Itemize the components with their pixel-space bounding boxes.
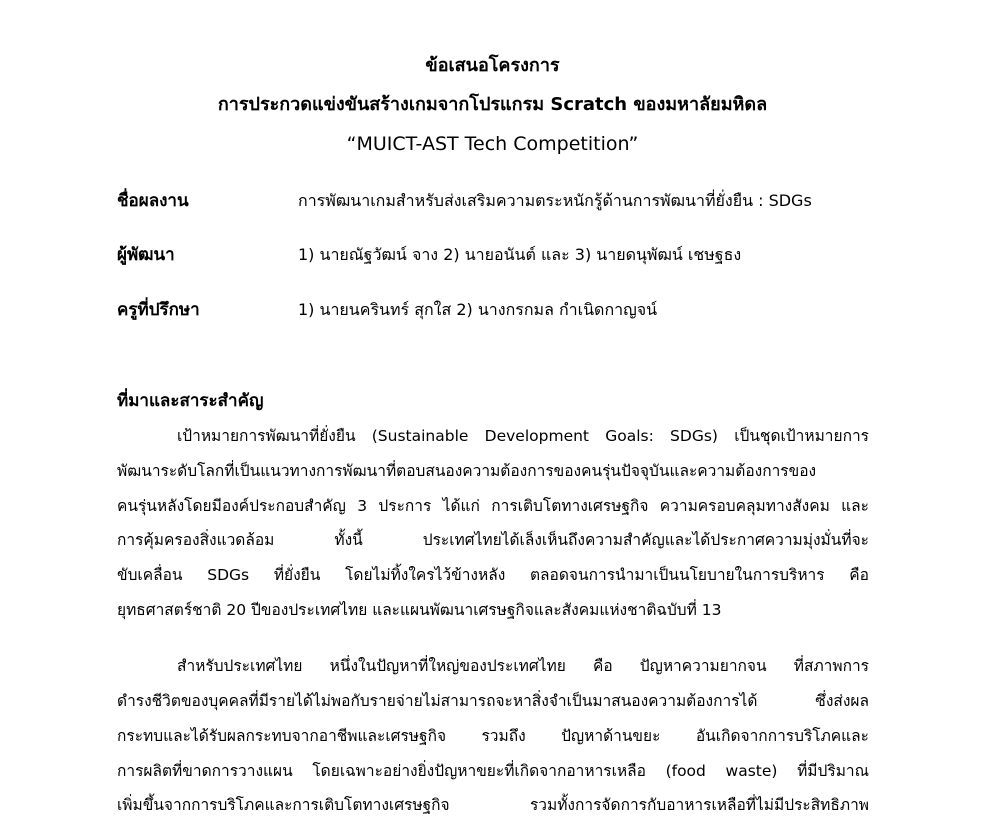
- paragraph-line: กระทบและได้รับผลกระทบจากอาชีพและเศรษฐกิจ…: [117, 727, 869, 745]
- paragraph-line: การผลิตที่ขาดการวางแผน โดยเฉพาะอย่างยิ่ง…: [117, 762, 869, 780]
- advisors-label: ครูที่ปรึกษา: [117, 300, 200, 320]
- paragraph-line: เพิ่มขึ้นจากการบริโภคและการเติบโตทางเศรษ…: [117, 796, 869, 814]
- project-name-value: การพัฒนาเกมสำหรับส่งเสริมความตระหนักรู้ด…: [298, 191, 812, 210]
- paragraph-line: การคุ้มครองสิ่งแวดล้อม ทั้งนี้ ประเทศไทย…: [117, 531, 869, 549]
- developers-value: 1) นายณัฐวัฒน์ จาง 2) นายอนันต์ และ 3) น…: [298, 245, 742, 264]
- developers-label: ผู้พัฒนา: [117, 245, 175, 265]
- paragraph-line: คนรุ่นหลังโดยมีองค์ประกอบสำคัญ 3 ประการ …: [117, 497, 869, 515]
- project-name-label: ชื่อผลงาน: [117, 191, 189, 211]
- section-heading: ที่มาและสาระสำคัญ: [117, 391, 264, 411]
- proposal-title: ข้อเสนอโครงการ: [425, 55, 560, 76]
- competition-name: “MUICT-AST Tech Competition”: [346, 133, 639, 155]
- paragraph-line: ดำรงชีวิตของบุคคลที่มีรายได้ไม่พอกับรายจ…: [117, 692, 869, 710]
- paragraph-line: พัฒนาระดับโลกที่เป็นแนวทางการพัฒนาที่ตอบ…: [117, 462, 817, 480]
- paragraph-line: เป้าหมายการพัฒนาที่ยั่งยืน (Sustainable …: [177, 427, 869, 445]
- paragraph-line: ขับเคลื่อน SDGs ที่ยั่งยืน โดยไม่ทิ้งใคร…: [117, 566, 869, 584]
- competition-title: การประกวดแข่งขันสร้างเกมจากโปรแกรม Scrat…: [217, 94, 768, 115]
- paragraph-line: ยุทธศาสตร์ชาติ 20 ปีของประเทศไทย และแผนพ…: [117, 601, 722, 619]
- advisors-value: 1) นายนครินทร์ สุกใส 2) นางกรกมล กำเนิดก…: [298, 300, 658, 319]
- document-page: ข้อเสนอโครงการ การประกวดแข่งขันสร้างเกมจ…: [0, 0, 985, 817]
- paragraph-line: สำหรับประเทศไทย หนึ่งในปัญหาที่ใหญ่ของปร…: [177, 657, 869, 675]
